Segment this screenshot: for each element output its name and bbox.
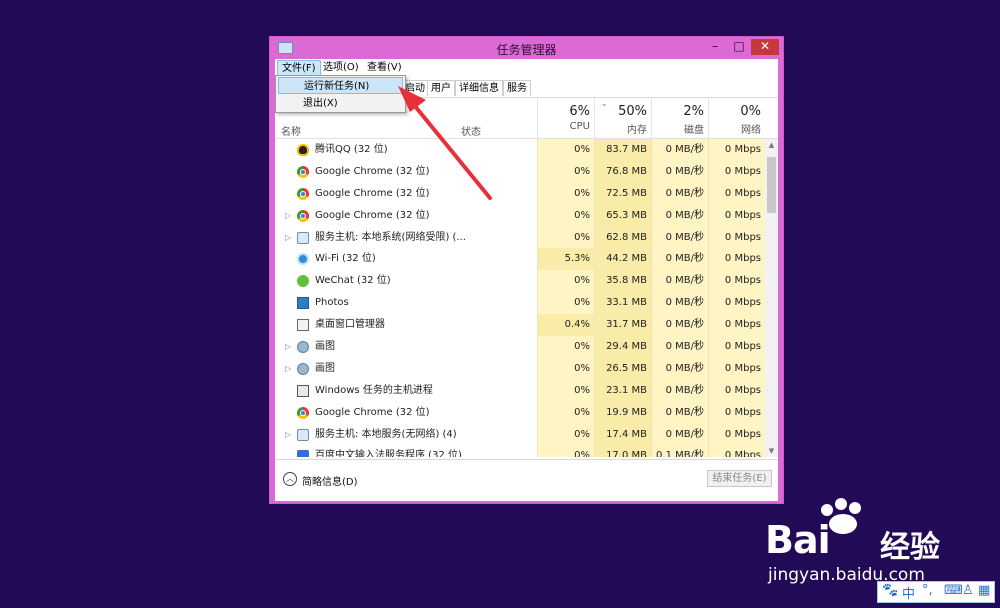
grid-icon[interactable]: ▦: [978, 583, 990, 598]
ime-punct[interactable]: °,: [922, 583, 933, 598]
ime-mode[interactable]: 中: [902, 583, 915, 602]
paw-icon[interactable]: 🐾: [882, 583, 898, 598]
skin-icon[interactable]: ♙: [962, 583, 974, 598]
watermark-brand-suffix: 经验: [880, 530, 940, 565]
ime-toolbar: 🐾 中 °, ⌨ ♙ ▦: [877, 581, 995, 603]
keyboard-icon[interactable]: ⌨: [944, 583, 963, 598]
watermark-brand: Bai: [765, 518, 831, 562]
